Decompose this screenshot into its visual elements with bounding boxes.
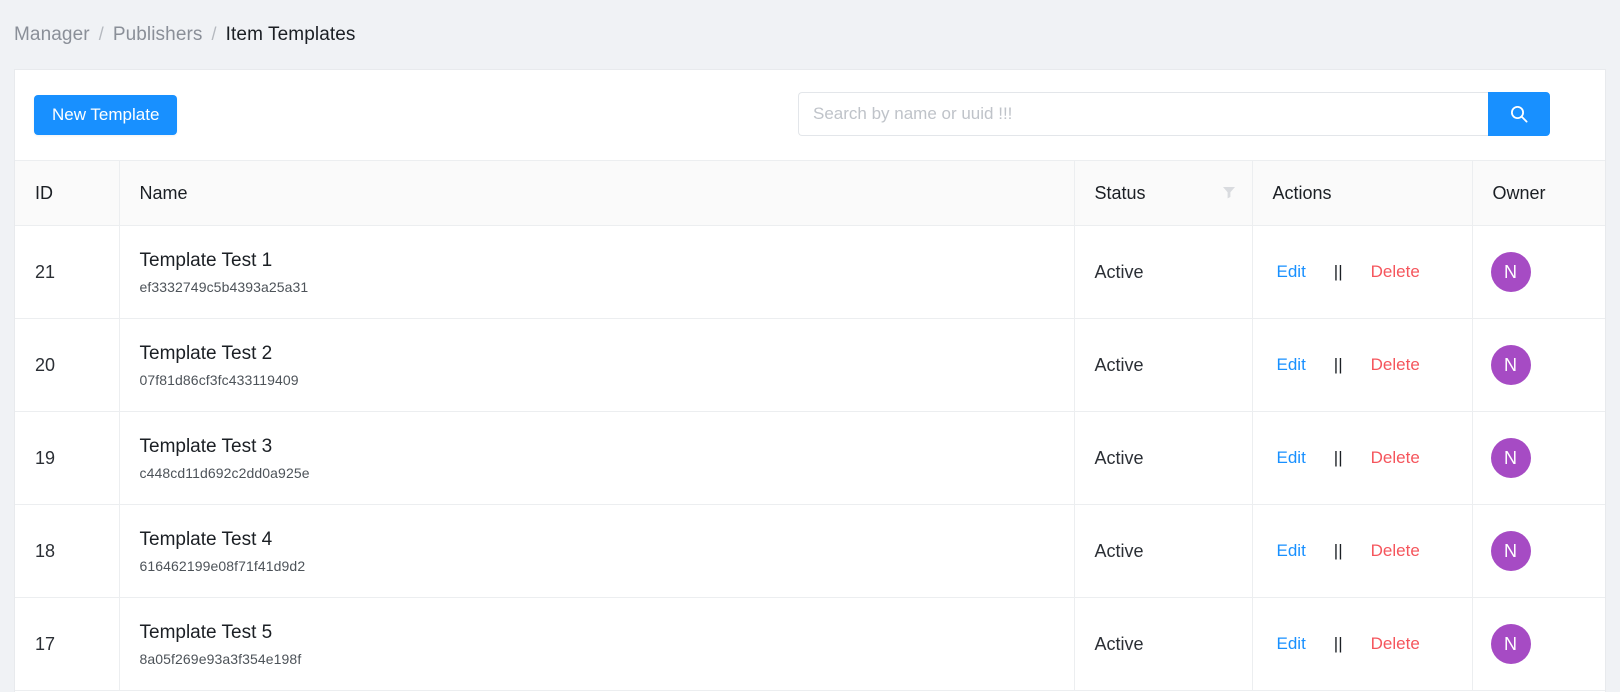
- cell-status: Active: [1074, 504, 1253, 598]
- avatar[interactable]: N: [1490, 531, 1531, 571]
- delete-link[interactable]: Delete: [1343, 634, 1420, 654]
- action-separator: ||: [1333, 634, 1343, 653]
- template-uuid: 8a05f269e93a3f354e198f: [139, 651, 302, 668]
- cell-owner: N: [1472, 411, 1605, 505]
- cell-id: 19: [15, 411, 120, 505]
- edit-link[interactable]: Edit: [1277, 634, 1334, 654]
- edit-link[interactable]: Edit: [1277, 262, 1334, 282]
- toolbar: New Template: [15, 70, 1605, 160]
- cell-actions: Edit || Delete: [1252, 597, 1473, 691]
- table-body: 21 Template Test 1 ef3332749c5b4393a25a3…: [15, 225, 1605, 691]
- action-separator: ||: [1333, 262, 1343, 281]
- column-header-owner: Owner: [1472, 160, 1605, 226]
- cell-id: 18: [15, 504, 120, 598]
- table-row[interactable]: 17 Template Test 5 8a05f269e93a3f354e198…: [15, 597, 1605, 691]
- column-header-status[interactable]: Status: [1074, 160, 1253, 226]
- column-header-name-label: Name: [139, 182, 188, 203]
- edit-link[interactable]: Edit: [1277, 355, 1334, 375]
- breadcrumb-bar: Manager / Publishers / Item Templates: [0, 0, 1620, 69]
- breadcrumb-item-manager[interactable]: Manager: [14, 24, 90, 46]
- template-name: Template Test 3: [139, 435, 273, 457]
- table-row[interactable]: 21 Template Test 1 ef3332749c5b4393a25a3…: [15, 225, 1605, 319]
- cell-actions: Edit || Delete: [1252, 411, 1473, 505]
- avatar[interactable]: N: [1490, 252, 1531, 292]
- cell-owner: N: [1472, 225, 1605, 319]
- column-header-actions-label: Actions: [1272, 182, 1332, 203]
- template-uuid: 07f81d86cf3fc433119409: [139, 372, 299, 389]
- template-uuid: ef3332749c5b4393a25a31: [139, 279, 309, 296]
- search-bar: [798, 92, 1550, 136]
- delete-link[interactable]: Delete: [1343, 355, 1420, 375]
- table-row[interactable]: 19 Template Test 3 c448cd11d692c2dd0a925…: [15, 411, 1605, 505]
- cell-owner: N: [1472, 597, 1605, 691]
- cell-id: 20: [15, 318, 120, 412]
- template-uuid: c448cd11d692c2dd0a925e: [139, 465, 310, 482]
- template-name: Template Test 5: [139, 621, 273, 643]
- template-name: Template Test 4: [139, 528, 273, 550]
- cell-actions: Edit || Delete: [1252, 318, 1473, 412]
- item-templates-table: ID Name Status Actions Owner 21 Template…: [15, 160, 1605, 691]
- cell-name: Template Test 4 616462199e08f71f41d9d2: [119, 504, 1075, 598]
- avatar[interactable]: N: [1490, 438, 1531, 478]
- breadcrumb-item-item-templates: Item Templates: [225, 23, 356, 45]
- search-icon: [1509, 104, 1529, 124]
- filter-icon[interactable]: [1222, 183, 1236, 204]
- cell-actions: Edit || Delete: [1252, 225, 1473, 319]
- breadcrumb-separator: /: [211, 24, 217, 44]
- column-header-id[interactable]: ID: [15, 160, 120, 226]
- cell-name: Template Test 2 07f81d86cf3fc433119409: [119, 318, 1075, 412]
- template-name: Template Test 1: [139, 249, 273, 271]
- edit-link[interactable]: Edit: [1277, 448, 1334, 468]
- delete-link[interactable]: Delete: [1343, 448, 1420, 468]
- action-separator: ||: [1333, 541, 1343, 560]
- delete-link[interactable]: Delete: [1343, 541, 1420, 561]
- cell-status: Active: [1074, 318, 1253, 412]
- table-header-row: ID Name Status Actions Owner: [15, 160, 1605, 226]
- table-row[interactable]: 18 Template Test 4 616462199e08f71f41d9d…: [15, 504, 1605, 598]
- cell-id: 21: [15, 225, 120, 319]
- template-name: Template Test 2: [139, 342, 273, 364]
- cell-owner: N: [1472, 318, 1605, 412]
- column-header-status-label: Status: [1094, 182, 1146, 203]
- template-uuid: 616462199e08f71f41d9d2: [139, 558, 306, 575]
- delete-link[interactable]: Delete: [1343, 262, 1420, 282]
- content-card: New Template ID Name: [14, 69, 1606, 692]
- cell-status: Active: [1074, 411, 1253, 505]
- cell-actions: Edit || Delete: [1252, 504, 1473, 598]
- cell-owner: N: [1472, 504, 1605, 598]
- column-header-owner-label: Owner: [1492, 182, 1546, 203]
- breadcrumb: Manager / Publishers / Item Templates: [14, 24, 356, 46]
- cell-name: Template Test 5 8a05f269e93a3f354e198f: [119, 597, 1075, 691]
- cell-id: 17: [15, 597, 120, 691]
- new-template-button[interactable]: New Template: [34, 95, 178, 135]
- cell-name: Template Test 3 c448cd11d692c2dd0a925e: [119, 411, 1075, 505]
- search-input[interactable]: [798, 92, 1488, 136]
- avatar[interactable]: N: [1490, 624, 1531, 664]
- action-separator: ||: [1333, 448, 1343, 467]
- column-header-actions: Actions: [1252, 160, 1473, 226]
- column-header-name[interactable]: Name: [119, 160, 1075, 226]
- cell-status: Active: [1074, 597, 1253, 691]
- breadcrumb-item-publishers[interactable]: Publishers: [113, 24, 203, 46]
- avatar[interactable]: N: [1490, 345, 1531, 385]
- column-header-id-label: ID: [35, 182, 53, 203]
- table-header: ID Name Status Actions Owner: [15, 160, 1605, 226]
- breadcrumb-separator: /: [98, 24, 104, 44]
- search-button[interactable]: [1488, 92, 1550, 136]
- edit-link[interactable]: Edit: [1277, 541, 1334, 561]
- table-row[interactable]: 20 Template Test 2 07f81d86cf3fc43311940…: [15, 318, 1605, 412]
- cell-name: Template Test 1 ef3332749c5b4393a25a31: [119, 225, 1075, 319]
- cell-status: Active: [1074, 225, 1253, 319]
- action-separator: ||: [1333, 355, 1343, 374]
